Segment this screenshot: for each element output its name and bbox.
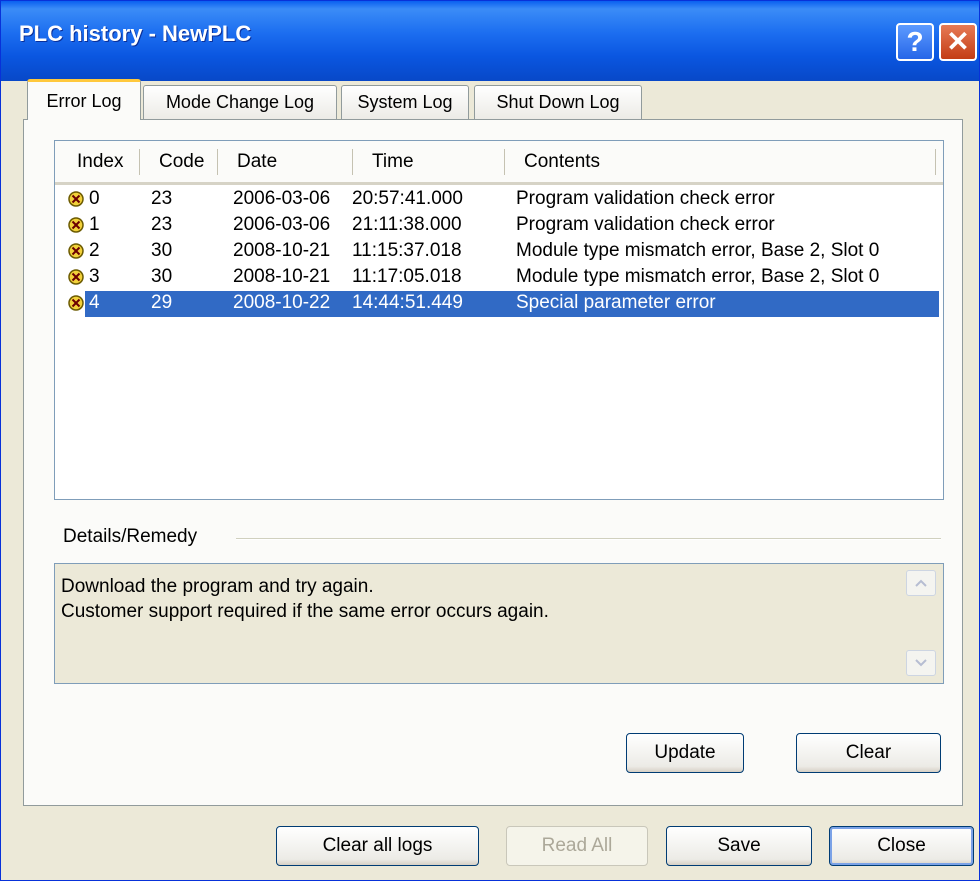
- chevron-up-icon: [915, 579, 927, 587]
- details-remedy-label: Details/Remedy: [63, 526, 198, 547]
- cell-date: 2008-10-21: [233, 266, 331, 287]
- error-icon: [68, 269, 84, 285]
- error-icon: [68, 243, 84, 259]
- tab-label: Error Log: [46, 90, 122, 111]
- cell-code: 30: [151, 266, 173, 287]
- details-remedy-box[interactable]: Download the program and try again. Cust…: [54, 563, 944, 684]
- column-header-contents[interactable]: Contents: [524, 151, 600, 173]
- cell-code: 29: [151, 292, 173, 313]
- cell-date: 2006-03-06: [233, 188, 331, 209]
- save-button[interactable]: Save: [666, 826, 812, 866]
- column-divider[interactable]: [217, 149, 218, 175]
- help-button[interactable]: ?: [896, 23, 934, 61]
- tab-error-log[interactable]: Error Log: [27, 79, 141, 120]
- cell-date: 2006-03-06: [233, 214, 331, 235]
- window-title: PLC history - NewPLC: [19, 21, 252, 46]
- table-row[interactable]: 1 23 2006-03-06 21:11:38.000 Program validat…: [55, 213, 943, 239]
- read-all-button[interactable]: Read All: [506, 826, 648, 866]
- cell-code: 30: [151, 240, 173, 261]
- clear-button[interactable]: Clear: [796, 733, 941, 773]
- table-row[interactable]: 3 30 2008-10-21 11:17:05.018 Module type mis…: [55, 265, 943, 291]
- clear-all-logs-button[interactable]: Clear all logs: [276, 826, 479, 866]
- cell-index: 4: [89, 292, 100, 313]
- list-header: Index Code Date Time Contents: [55, 141, 943, 185]
- close-button[interactable]: Close: [829, 826, 974, 866]
- cell-time: 14:44:51.449: [352, 292, 463, 313]
- cell-index: 0: [89, 188, 100, 209]
- cell-contents: Program validation check error: [516, 214, 775, 235]
- title-bar[interactable]: PLC history - NewPLC ? ✕: [1, 1, 979, 81]
- column-divider[interactable]: [504, 149, 505, 175]
- window-close-button[interactable]: ✕: [939, 23, 977, 61]
- column-header-date[interactable]: Date: [237, 151, 277, 173]
- tab-label: System Log: [357, 92, 453, 112]
- details-remedy-text: Download the program and try again. Cust…: [61, 574, 549, 624]
- tab-label: Mode Change Log: [165, 92, 315, 112]
- column-divider[interactable]: [139, 149, 140, 175]
- table-row[interactable]: 0 23 2006-03-06 20:57:41.000 Program validat…: [55, 187, 943, 213]
- details-line: Customer support required if the same er…: [61, 601, 549, 622]
- cell-date: 2008-10-21: [233, 240, 331, 261]
- table-row[interactable]: 2 30 2008-10-21 11:15:37.018 Module type mis…: [55, 239, 943, 265]
- cell-code: 23: [151, 188, 173, 209]
- chevron-down-icon: [915, 659, 927, 667]
- table-row[interactable]: 4 29 2008-10-22 14:44:51.449 Special paramet…: [55, 291, 943, 317]
- column-header-time[interactable]: Time: [372, 151, 414, 173]
- error-log-list[interactable]: Index Code Date Time Contents 0 23 2006-03…: [54, 140, 944, 500]
- details-divider: [236, 538, 941, 540]
- update-button[interactable]: Update: [626, 733, 744, 773]
- column-header-code[interactable]: Code: [159, 151, 204, 173]
- tab-shut-down-log[interactable]: Shut Down Log: [474, 85, 642, 119]
- column-divider[interactable]: [352, 149, 353, 175]
- cell-contents: Module type mismatch error, Base 2, Slot…: [516, 266, 880, 287]
- cell-time: 21:11:38.000: [352, 214, 462, 235]
- scroll-up-button[interactable]: [906, 570, 936, 596]
- cell-time: 20:57:41.000: [352, 188, 463, 209]
- error-icon: [68, 217, 84, 233]
- column-divider[interactable]: [935, 149, 936, 175]
- details-line: Download the program and try again.: [61, 576, 374, 597]
- tab-mode-change-log[interactable]: Mode Change Log: [143, 85, 337, 119]
- cell-index: 2: [89, 240, 100, 261]
- error-icon: [68, 295, 84, 311]
- selection-highlight: [85, 291, 939, 317]
- cell-index: 3: [89, 266, 100, 287]
- cell-contents: Program validation check error: [516, 188, 775, 209]
- cell-code: 23: [151, 214, 173, 235]
- scroll-down-button[interactable]: [906, 650, 936, 676]
- error-icon: [68, 191, 84, 207]
- tab-system-log[interactable]: System Log: [341, 85, 469, 119]
- cell-date: 2008-10-22: [233, 292, 331, 313]
- column-header-index[interactable]: Index: [77, 151, 123, 173]
- cell-time: 11:15:37.018: [352, 240, 462, 261]
- plc-history-dialog: PLC history - NewPLC ? ✕ Error Log Mode …: [0, 0, 980, 881]
- cell-contents: Module type mismatch error, Base 2, Slot…: [516, 240, 880, 261]
- cell-contents: Special parameter error: [516, 292, 716, 313]
- tab-label: Shut Down Log: [496, 92, 620, 112]
- cell-index: 1: [89, 214, 100, 235]
- cell-time: 11:17:05.018: [352, 266, 462, 287]
